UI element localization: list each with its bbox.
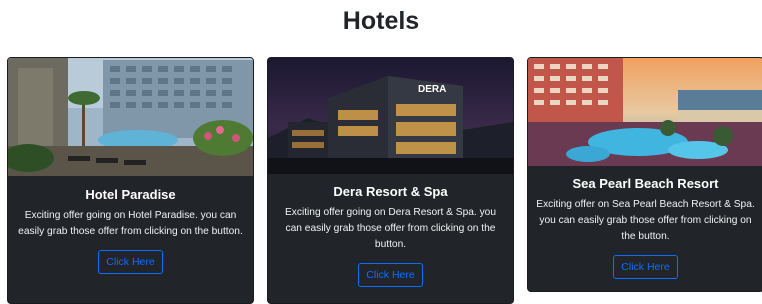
click-here-button[interactable]: Click Here [358, 263, 423, 287]
page-title: Hotels [342, 7, 420, 35]
card-description: Exciting offer on Sea Pearl Beach Resort… [536, 199, 755, 242]
hotel-card-dera: DERA Dera Resort & Spa Exciting offer go… [267, 57, 514, 304]
svg-text:DERA: DERA [418, 84, 446, 95]
hotel-card-sea-pearl: Sea Pearl Beach Resort Exciting offer on… [527, 57, 762, 292]
card-description: Exciting offer going on Hotel Paradise. … [18, 210, 243, 237]
card-description: Exciting offer going on Dera Resort & Sp… [284, 207, 497, 250]
card-title: Sea Pearl Beach Resort [572, 176, 719, 191]
card-title: Dera Resort & Spa [333, 184, 448, 199]
click-here-button[interactable]: Click Here [98, 250, 163, 274]
click-here-button[interactable]: Click Here [613, 255, 678, 279]
dera-resort-image: DERA [268, 58, 513, 174]
sea-pearl-image [528, 58, 762, 166]
card-title: Hotel Paradise [85, 187, 176, 202]
hotel-paradise-image [8, 58, 253, 176]
hotel-card-paradise: Hotel Paradise Exciting offer going on H… [7, 57, 254, 304]
